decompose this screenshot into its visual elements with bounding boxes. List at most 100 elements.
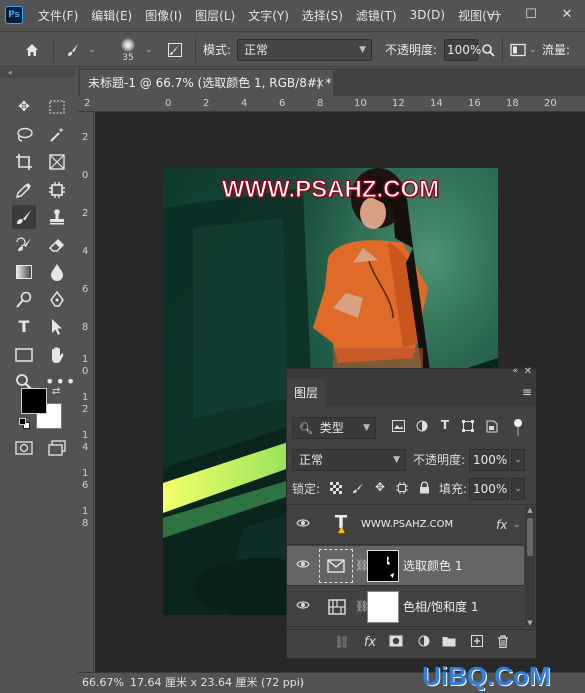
eraser-tool-icon[interactable] bbox=[45, 233, 69, 257]
layer-mask-thumbnail[interactable] bbox=[367, 550, 399, 582]
tools-collapse-icon[interactable]: « bbox=[0, 68, 75, 78]
add-style-icon[interactable]: fx bbox=[361, 635, 379, 650]
home-icon[interactable] bbox=[20, 39, 44, 61]
visibility-eye-icon[interactable] bbox=[295, 599, 311, 615]
panel-menu-icon[interactable]: ≡ bbox=[522, 385, 532, 399]
fill-chevron-icon[interactable]: ⌄ bbox=[511, 478, 525, 500]
swap-colors-icon[interactable]: ⇄ bbox=[52, 386, 60, 397]
eyedropper-tool-icon[interactable] bbox=[12, 178, 36, 202]
mask-chevron-icon[interactable]: ⌄ bbox=[528, 39, 538, 61]
opacity-input[interactable]: 100% bbox=[444, 39, 481, 61]
zoom-level[interactable]: 66.67% bbox=[82, 673, 124, 693]
brush-preset-chevron-icon[interactable]: ⌄ bbox=[86, 39, 98, 61]
link-layers-icon[interactable]: ⛓ bbox=[333, 635, 351, 649]
maximize-button[interactable]: ☐ bbox=[513, 0, 549, 30]
lock-artboard-icon[interactable] bbox=[395, 482, 409, 497]
document-tab[interactable]: 未标题-1 @ 66.7% (选取颜色 1, RGB/8#) * × bbox=[80, 70, 333, 96]
stamp-tool-icon[interactable] bbox=[45, 205, 69, 229]
filter-adjustment-icon[interactable] bbox=[415, 420, 429, 435]
filter-shape-icon[interactable] bbox=[461, 420, 475, 435]
fill-input[interactable]: 100% bbox=[469, 478, 509, 500]
layers-scrollbar[interactable]: ▲ ▼ bbox=[525, 506, 535, 627]
visibility-eye-icon[interactable] bbox=[295, 558, 311, 574]
menu-filter[interactable]: 滤镜(T) bbox=[356, 7, 397, 24]
layer-filter-select[interactable]: 🔍︎ 类型 ▼ bbox=[292, 417, 376, 439]
visibility-eye-icon[interactable] bbox=[295, 517, 311, 533]
layer-opacity-input[interactable]: 100% bbox=[469, 449, 509, 471]
status-menu-icon[interactable]: › bbox=[300, 673, 304, 693]
pen-tool-icon[interactable] bbox=[45, 288, 69, 312]
menu-file[interactable]: 文件(F) bbox=[38, 7, 78, 24]
brush-tool-icon[interactable] bbox=[12, 205, 36, 229]
lock-transparent-icon[interactable] bbox=[329, 482, 343, 497]
path-selection-tool-icon[interactable] bbox=[45, 315, 69, 339]
minimize-button[interactable]: — bbox=[477, 0, 513, 30]
close-window-button[interactable]: ✕ bbox=[549, 0, 585, 30]
default-colors-icon[interactable] bbox=[19, 418, 31, 430]
menu-layer[interactable]: 图层(L) bbox=[195, 7, 235, 24]
site-logo: UiBQ.CoM bbox=[422, 661, 551, 691]
marquee-tool-icon[interactable] bbox=[45, 95, 69, 119]
magic-wand-tool-icon[interactable] bbox=[45, 123, 69, 147]
delete-layer-icon[interactable] bbox=[494, 635, 512, 652]
layer-row-hue-saturation[interactable]: ⛓ 色相/饱和度 1 bbox=[287, 587, 524, 627]
layer-row-text[interactable]: T ▲ WWW.PSAHZ.COM fx ⌄ bbox=[287, 505, 524, 545]
lock-all-icon[interactable] bbox=[417, 481, 431, 497]
close-tab-icon[interactable]: × bbox=[315, 70, 325, 96]
move-tool-icon[interactable]: ✥ bbox=[12, 95, 36, 119]
pressure-opacity-icon[interactable] bbox=[478, 39, 498, 61]
menu-edit[interactable]: 编辑(E) bbox=[91, 7, 132, 24]
frame-tool-icon[interactable] bbox=[45, 150, 69, 174]
brush-settings-icon[interactable] bbox=[164, 39, 186, 61]
filter-toggle[interactable] bbox=[513, 419, 523, 437]
menu-image[interactable]: 图像(I) bbox=[145, 7, 182, 24]
lasso-tool-icon[interactable] bbox=[12, 123, 36, 147]
new-layer-icon[interactable] bbox=[468, 635, 486, 651]
filter-smart-object-icon[interactable] bbox=[485, 420, 499, 436]
scroll-up-icon[interactable]: ▲ bbox=[525, 506, 535, 514]
lock-position-icon[interactable]: ✥ bbox=[373, 480, 387, 494]
brush-size-chevron-icon[interactable]: ⌄ bbox=[143, 39, 155, 61]
filter-pixel-icon[interactable] bbox=[391, 420, 405, 435]
artboard-tool-icon[interactable] bbox=[45, 178, 69, 202]
crop-tool-icon[interactable] bbox=[12, 150, 36, 174]
brush-size-picker[interactable]: 35 bbox=[114, 36, 142, 66]
new-adjustment-icon[interactable] bbox=[415, 635, 433, 651]
opacity-chevron-icon[interactable]: ⌄ bbox=[511, 449, 525, 471]
blur-tool-icon[interactable] bbox=[45, 260, 69, 284]
menu-select[interactable]: 选择(S) bbox=[302, 7, 343, 24]
tab-layers[interactable]: 图层 bbox=[287, 379, 325, 407]
scroll-thumb[interactable] bbox=[527, 518, 533, 556]
type-tool-icon[interactable]: T bbox=[12, 315, 36, 339]
layer-opacity-label: 不透明度: bbox=[413, 453, 466, 467]
add-mask-icon[interactable] bbox=[387, 635, 405, 651]
blend-mode-select[interactable]: 正常 ▼ bbox=[292, 449, 406, 471]
mode-select[interactable]: 正常 ▼ bbox=[237, 39, 372, 61]
panel-close-icon[interactable]: ✕ bbox=[524, 366, 532, 377]
layer-effects-icon[interactable]: fx bbox=[496, 505, 507, 545]
gradient-tool-icon[interactable] bbox=[12, 260, 36, 284]
menu-type[interactable]: 文字(Y) bbox=[248, 7, 289, 24]
quick-mask-icon[interactable] bbox=[12, 436, 36, 460]
foreground-color-swatch[interactable] bbox=[21, 388, 47, 414]
layer-row-selective-color[interactable]: ⛓ 选取颜色 1 bbox=[287, 546, 524, 586]
hand-tool-icon[interactable] bbox=[45, 343, 69, 367]
menu-3d[interactable]: 3D(D) bbox=[410, 8, 445, 22]
document-title: 未标题-1 @ 66.7% (选取颜色 1, RGB/8#) * bbox=[88, 76, 332, 90]
mode-label: 模式: bbox=[203, 43, 232, 57]
ruler-label: 16 bbox=[468, 98, 481, 109]
expand-effects-chevron-icon[interactable]: ⌄ bbox=[513, 505, 521, 545]
rectangle-tool-icon[interactable] bbox=[12, 343, 36, 367]
brush-tool-preset-icon[interactable] bbox=[62, 39, 84, 61]
filter-type-icon[interactable]: T bbox=[438, 418, 452, 432]
dodge-tool-icon[interactable] bbox=[12, 288, 36, 312]
layer-mask-thumbnail[interactable] bbox=[367, 591, 399, 623]
scroll-down-icon[interactable]: ▼ bbox=[525, 619, 535, 627]
new-group-icon[interactable] bbox=[440, 635, 458, 651]
panel-collapse-icon[interactable]: « bbox=[512, 366, 518, 376]
mask-panel-icon[interactable] bbox=[508, 39, 528, 61]
menu-bar: Ps 文件(F) 编辑(E) 图像(I) 图层(L) 文字(Y) 选择(S) 滤… bbox=[0, 0, 585, 30]
history-brush-tool-icon[interactable] bbox=[12, 233, 36, 257]
lock-pixels-icon[interactable] bbox=[351, 482, 365, 497]
screen-mode-icon[interactable] bbox=[45, 436, 69, 460]
